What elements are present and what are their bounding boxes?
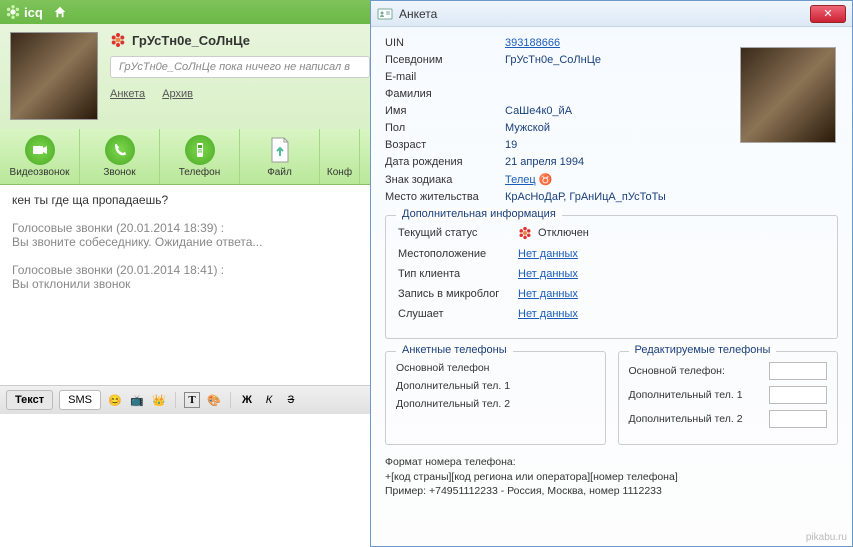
age-value: 19	[505, 139, 517, 151]
main-phone-label: Основной телефон:	[629, 365, 766, 377]
microblog-label: Запись в микроблог	[398, 288, 518, 300]
hint-line2: +[код страны][код региона или оператора]…	[385, 470, 838, 485]
microblog-value[interactable]: Нет данных	[518, 288, 578, 300]
profile-phones-legend: Анкетные телефоны	[396, 344, 513, 356]
uin-value[interactable]: 393188666	[505, 37, 560, 49]
icq-logo: icq	[6, 5, 43, 20]
editable-phones-legend: Редактируемые телефоны	[629, 344, 777, 356]
firstname-label: Имя	[385, 105, 505, 117]
flower-icon	[518, 226, 532, 240]
profile-link[interactable]: Анкета	[110, 88, 145, 100]
hint-line3: Пример: +74951112233 - Россия, Москва, н…	[385, 484, 838, 499]
profile-window: Анкета ✕ UIN393188666 ПсевдонимГрУсТн0е_…	[370, 0, 853, 547]
main-phone-input[interactable]	[769, 362, 827, 380]
gender-label: Пол	[385, 122, 505, 134]
conf-label: Конф	[322, 167, 357, 178]
profile-avatar	[740, 47, 836, 143]
watermark: pikabu.ru	[806, 532, 847, 543]
text-tab[interactable]: Текст	[6, 390, 53, 410]
geo-value[interactable]: Нет данных	[518, 248, 578, 260]
file-button[interactable]: Файл	[240, 129, 320, 184]
color-icon[interactable]: 🎨	[206, 392, 222, 408]
location-label: Место жительства	[385, 191, 505, 203]
geo-label: Местоположение	[398, 248, 518, 260]
status-text[interactable]: ГрУсТн0е_СоЛнЦе пока ничего не написал в	[110, 56, 370, 78]
firstname-value: СаШе4к0_йА	[505, 105, 572, 117]
flower-icon	[110, 32, 126, 48]
file-label: Файл	[242, 167, 317, 178]
add-phone2-input[interactable]	[769, 410, 827, 428]
location-value: КрАсНоДаР, ГрАнИцА_пУсТоТы	[505, 191, 666, 203]
contact-avatar[interactable]	[10, 32, 98, 120]
email-label: E-mail	[385, 71, 505, 83]
strike-button[interactable]: З	[283, 392, 299, 408]
editable-phones-fieldset: Редактируемые телефоны Основной телефон:…	[618, 351, 839, 445]
lastname-label: Фамилия	[385, 88, 505, 100]
extra-info-fieldset: Дополнительная информация Текущий статус…	[385, 215, 838, 339]
add-phone2-label: Дополнительный тел. 2	[396, 398, 595, 410]
voice-call-label: Звонок	[82, 167, 157, 178]
contact-name: ГрУсТн0е_СоЛнЦе	[132, 33, 250, 48]
add-phone2-label: Дополнительный тел. 2	[629, 413, 766, 425]
status-label: Текущий статус	[398, 227, 518, 239]
main-phone-label: Основной телефон	[396, 362, 595, 374]
profile-card-icon	[377, 6, 393, 22]
tv-icon[interactable]: 📺	[129, 392, 145, 408]
client-label: Тип клиента	[398, 268, 518, 280]
add-phone1-label: Дополнительный тел. 1	[629, 389, 766, 401]
brand-text: icq	[24, 5, 43, 20]
close-button[interactable]: ✕	[810, 5, 846, 23]
font-icon[interactable]: T	[184, 392, 200, 408]
italic-button[interactable]: К	[261, 392, 277, 408]
birthdate-label: Дата рождения	[385, 156, 505, 168]
video-call-button[interactable]: Видеозвонок	[0, 129, 80, 184]
gender-value: Мужской	[505, 122, 550, 134]
bold-button[interactable]: Ж	[239, 392, 255, 408]
taurus-icon: ♉	[539, 174, 553, 186]
hint-line1: Формат номера телефона:	[385, 455, 838, 470]
profile-title: Анкета	[399, 7, 810, 21]
phone-button[interactable]: Телефон	[160, 129, 240, 184]
nickname-label: Псевдоним	[385, 54, 505, 66]
video-call-label: Видеозвонок	[2, 167, 77, 178]
zodiac-label: Знак зодиака	[385, 174, 505, 186]
status-value: Отключен	[538, 227, 589, 239]
add-phone1-label: Дополнительный тел. 1	[396, 380, 595, 392]
add-phone1-input[interactable]	[769, 386, 827, 404]
zodiac-value[interactable]: Телец	[505, 174, 536, 186]
home-button[interactable]	[51, 3, 69, 21]
smiley-icon[interactable]: 😊	[107, 392, 123, 408]
sms-tab[interactable]: SMS	[59, 390, 101, 410]
phone-format-hint: Формат номера телефона: +[код страны][ко…	[385, 455, 838, 499]
voice-call-button[interactable]: Звонок	[80, 129, 160, 184]
nickname-value: ГрУсТн0е_СоЛнЦе	[505, 54, 601, 66]
age-label: Возраст	[385, 139, 505, 151]
crown-icon[interactable]: 👑	[151, 392, 167, 408]
phone-label: Телефон	[162, 167, 237, 178]
archive-link[interactable]: Архив	[162, 88, 193, 100]
client-value[interactable]: Нет данных	[518, 268, 578, 280]
listening-label: Слушает	[398, 308, 518, 320]
profile-titlebar[interactable]: Анкета ✕	[371, 1, 852, 27]
birthdate-value: 21 апреля 1994	[505, 156, 584, 168]
uin-label: UIN	[385, 37, 505, 49]
listening-value[interactable]: Нет данных	[518, 308, 578, 320]
conf-button[interactable]: Конф	[320, 129, 360, 184]
extra-info-legend: Дополнительная информация	[396, 208, 562, 220]
profile-phones-fieldset: Анкетные телефоны Основной телефон Допол…	[385, 351, 606, 445]
